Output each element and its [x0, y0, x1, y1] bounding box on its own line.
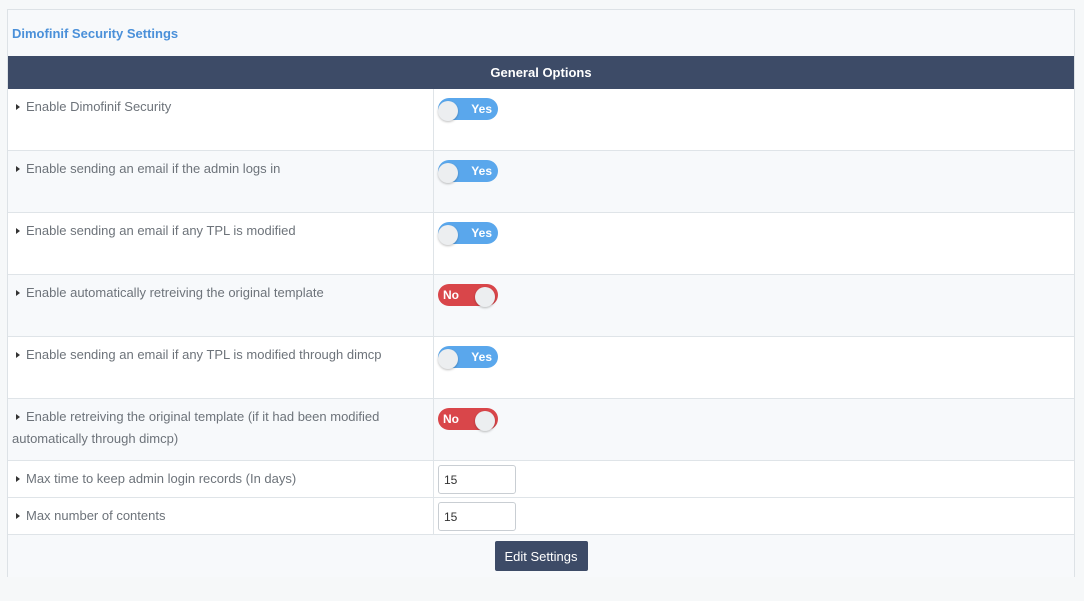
toggle-knob [438, 349, 458, 369]
toggle-state: Yes [471, 102, 492, 116]
caret-right-icon [16, 227, 20, 234]
toggle-knob [438, 225, 458, 245]
toggle-email-tpl-modified[interactable]: Yes [438, 222, 498, 245]
caret-right-icon [16, 351, 20, 358]
toggle-state: Yes [471, 226, 492, 240]
toggle-auto-retrieve-template[interactable]: No [438, 284, 498, 307]
option-label: Enable retreiving the original template … [12, 409, 380, 446]
toggle-knob [475, 411, 495, 431]
toggle-state: Yes [471, 350, 492, 364]
input-label: Max time to keep admin login records (In… [26, 471, 297, 486]
option-row: Enable retreiving the original template … [8, 399, 1074, 461]
toggle-email-admin-login[interactable]: Yes [438, 160, 498, 183]
caret-right-icon [16, 475, 20, 482]
caret-right-icon [16, 413, 20, 420]
max-login-records-days-input[interactable] [438, 465, 516, 494]
panel-title: Dimofinif Security Settings [8, 10, 1074, 56]
option-row: Enable sending an email if the admin log… [8, 151, 1074, 213]
option-label: Enable sending an email if any TPL is mo… [26, 223, 296, 238]
caret-right-icon [16, 512, 20, 519]
toggle-state: Yes [471, 164, 492, 178]
caret-right-icon [16, 165, 20, 172]
option-label: Enable automatically retreiving the orig… [26, 285, 324, 300]
option-label: Enable sending an email if the admin log… [26, 161, 281, 176]
caret-right-icon [16, 103, 20, 110]
toggle-state: No [443, 288, 459, 302]
option-row: Enable sending an email if any TPL is mo… [8, 337, 1074, 399]
toggle-retrieve-template-dimcp[interactable]: No [438, 408, 498, 431]
option-row: Enable Dimofinif Security Yes [8, 89, 1074, 151]
caret-right-icon [16, 289, 20, 296]
option-row: Enable automatically retreiving the orig… [8, 275, 1074, 337]
toggle-knob [438, 163, 458, 183]
toggle-knob [475, 287, 495, 307]
toggle-state: No [443, 412, 459, 426]
toggle-enable-security[interactable]: Yes [438, 98, 498, 121]
input-label: Max number of contents [26, 508, 166, 523]
input-row: Max time to keep admin login records (In… [8, 461, 1074, 498]
edit-settings-button[interactable]: Edit Settings [494, 541, 588, 571]
panel-footer: Edit Settings [8, 535, 1074, 577]
toggle-knob [438, 101, 458, 121]
section-header: General Options [8, 56, 1074, 89]
toggle-email-tpl-dimcp[interactable]: Yes [438, 346, 498, 369]
input-row: Max number of contents [8, 498, 1074, 535]
option-row: Enable sending an email if any TPL is mo… [8, 213, 1074, 275]
option-label: Enable sending an email if any TPL is mo… [26, 347, 382, 362]
option-label: Enable Dimofinif Security [26, 99, 172, 114]
max-contents-input[interactable] [438, 502, 516, 531]
settings-panel: Dimofinif Security Settings General Opti… [7, 9, 1075, 577]
